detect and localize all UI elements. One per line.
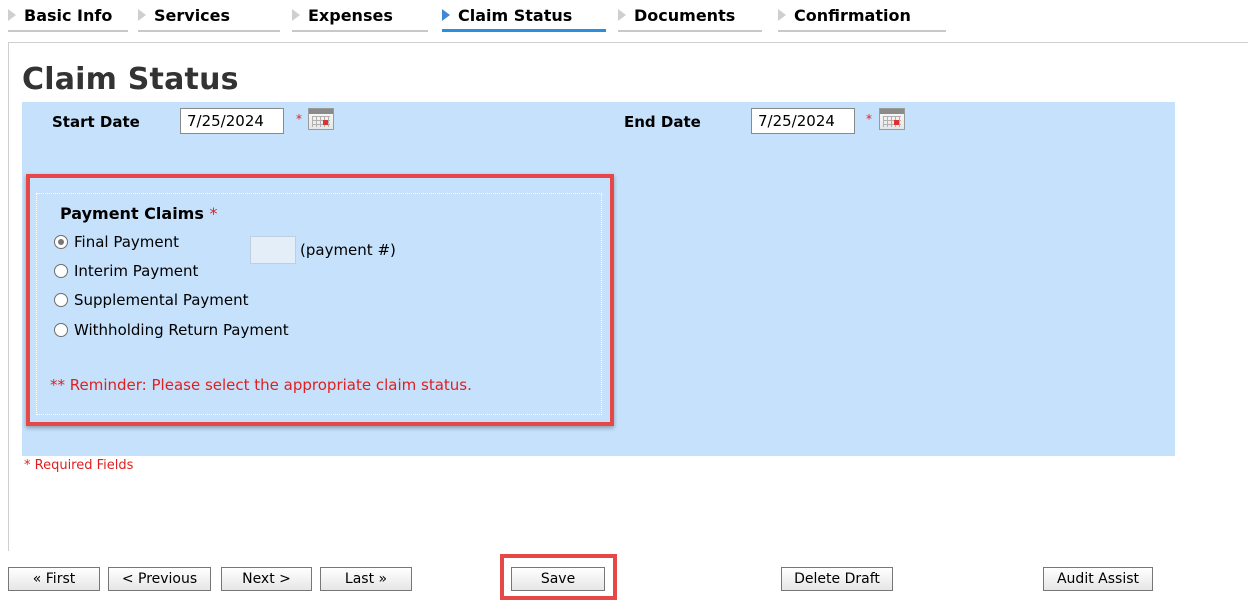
required-fields-note: * Required Fields (24, 458, 134, 473)
required-marker: * (866, 112, 872, 126)
payment-claims-title: Payment Claims * (60, 204, 217, 223)
wizard-tabs: Basic Info Services Expenses Claim Statu… (0, 0, 1248, 34)
radio-withholding-return-payment[interactable]: Withholding Return Payment (54, 318, 289, 342)
tab-confirmation[interactable]: Confirmation (778, 0, 946, 32)
radio-label: Withholding Return Payment (74, 321, 289, 339)
radio-button[interactable] (54, 264, 68, 278)
end-date-input[interactable] (751, 108, 855, 134)
tab-basic-info[interactable]: Basic Info (8, 0, 128, 32)
tab-expenses[interactable]: Expenses (292, 0, 428, 32)
radio-interim-payment[interactable]: Interim Payment (54, 259, 198, 283)
tab-arrow-icon (618, 9, 626, 21)
tab-services[interactable]: Services (138, 0, 280, 32)
radio-label: Interim Payment (74, 262, 199, 280)
tab-label: Services (154, 6, 231, 25)
tab-label: Claim Status (458, 6, 573, 25)
radio-final-payment[interactable]: Final Payment (54, 230, 179, 254)
delete-draft-button[interactable]: Delete Draft (781, 567, 893, 591)
required-marker: * (296, 112, 302, 126)
first-button[interactable]: « First (8, 567, 100, 591)
start-date-input[interactable] (180, 108, 284, 134)
tab-label: Documents (634, 6, 736, 25)
tab-arrow-icon (442, 9, 450, 21)
radio-button[interactable] (54, 235, 68, 249)
radio-supplemental-payment[interactable]: Supplemental Payment (54, 288, 249, 312)
tab-label: Confirmation (794, 6, 911, 25)
tab-arrow-icon (138, 9, 146, 21)
required-marker: * (209, 204, 218, 223)
end-date-label: End Date (624, 113, 701, 131)
page-title: Claim Status (22, 62, 239, 97)
tab-claim-status[interactable]: Claim Status (442, 0, 606, 32)
radio-label: Final Payment (74, 233, 180, 251)
reminder-text: ** Reminder: Please select the appropria… (50, 376, 472, 394)
start-date-label: Start Date (52, 113, 140, 131)
tab-label: Expenses (308, 6, 393, 25)
payment-claims-label: Payment Claims (60, 204, 204, 223)
tab-arrow-icon (8, 9, 16, 21)
radio-label: Supplemental Payment (74, 291, 249, 309)
save-highlight (500, 554, 617, 600)
calendar-icon[interactable] (308, 108, 334, 130)
tab-label: Basic Info (24, 6, 113, 25)
calendar-icon[interactable] (879, 108, 905, 130)
radio-button[interactable] (54, 293, 68, 307)
previous-button[interactable]: < Previous (108, 567, 211, 591)
radio-button[interactable] (54, 323, 68, 337)
last-button[interactable]: Last » (320, 567, 412, 591)
next-button[interactable]: Next > (221, 567, 312, 591)
audit-assist-button[interactable]: Audit Assist (1043, 567, 1153, 591)
tab-arrow-icon (778, 9, 786, 21)
tab-documents[interactable]: Documents (618, 0, 762, 32)
tab-arrow-icon (292, 9, 300, 21)
payment-number-label: (payment #) (300, 241, 396, 259)
payment-number-input[interactable] (250, 236, 296, 264)
